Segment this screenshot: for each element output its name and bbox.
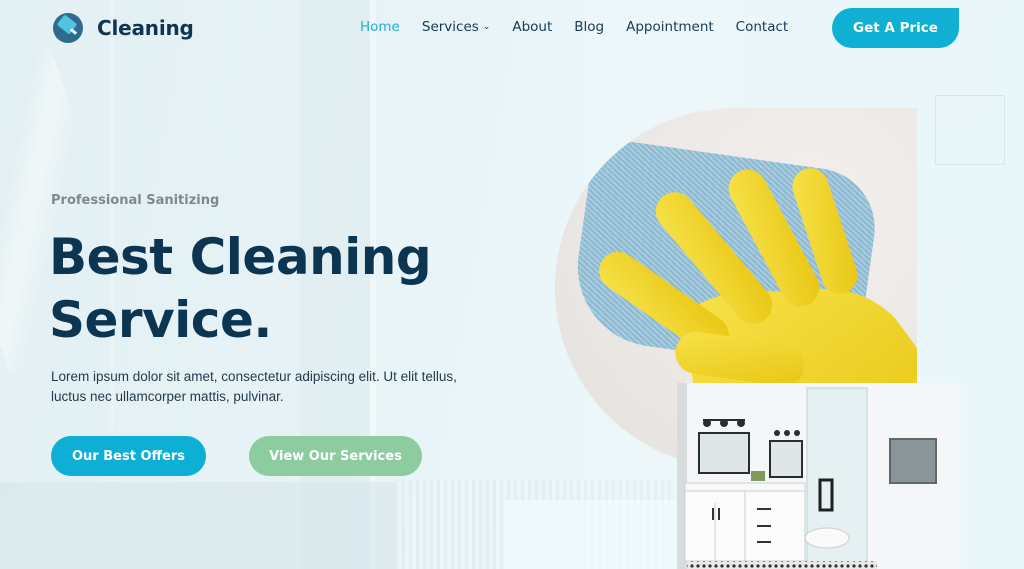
nav-services[interactable]: Services ⌄: [422, 19, 490, 35]
nav-blog[interactable]: Blog: [574, 19, 604, 35]
hero-description: Lorem ipsum dolor sit amet, consectetur …: [51, 369, 457, 404]
nav-contact[interactable]: Contact: [736, 19, 789, 35]
main-nav: Home Services ⌄ About Blog Appointment C…: [360, 19, 810, 35]
site-header: Cleaning Home Services ⌄ About Blog Appo…: [0, 0, 1024, 56]
sponge-icon: [53, 13, 83, 43]
bathroom-image: [677, 383, 961, 569]
hero-title: Best Cleaning Service.: [49, 226, 509, 352]
hero-eyebrow: Professional Sanitizing: [51, 193, 220, 208]
hero-title-line2: Service.: [49, 291, 272, 349]
brand-name: Cleaning: [97, 16, 194, 40]
view-our-services-button[interactable]: View Our Services: [249, 436, 422, 476]
nav-services-label: Services: [421, 19, 479, 35]
hero-title-line1: Best Cleaning: [49, 228, 432, 286]
our-best-offers-button[interactable]: Our Best Offers: [51, 436, 206, 476]
chevron-down-icon: ⌄: [482, 22, 491, 32]
nav-appointment[interactable]: Appointment: [626, 19, 714, 35]
get-a-price-button[interactable]: Get A Price: [832, 8, 959, 48]
nav-home[interactable]: Home: [360, 19, 400, 35]
logo[interactable]: Cleaning: [53, 13, 194, 43]
nav-about[interactable]: About: [512, 19, 552, 35]
